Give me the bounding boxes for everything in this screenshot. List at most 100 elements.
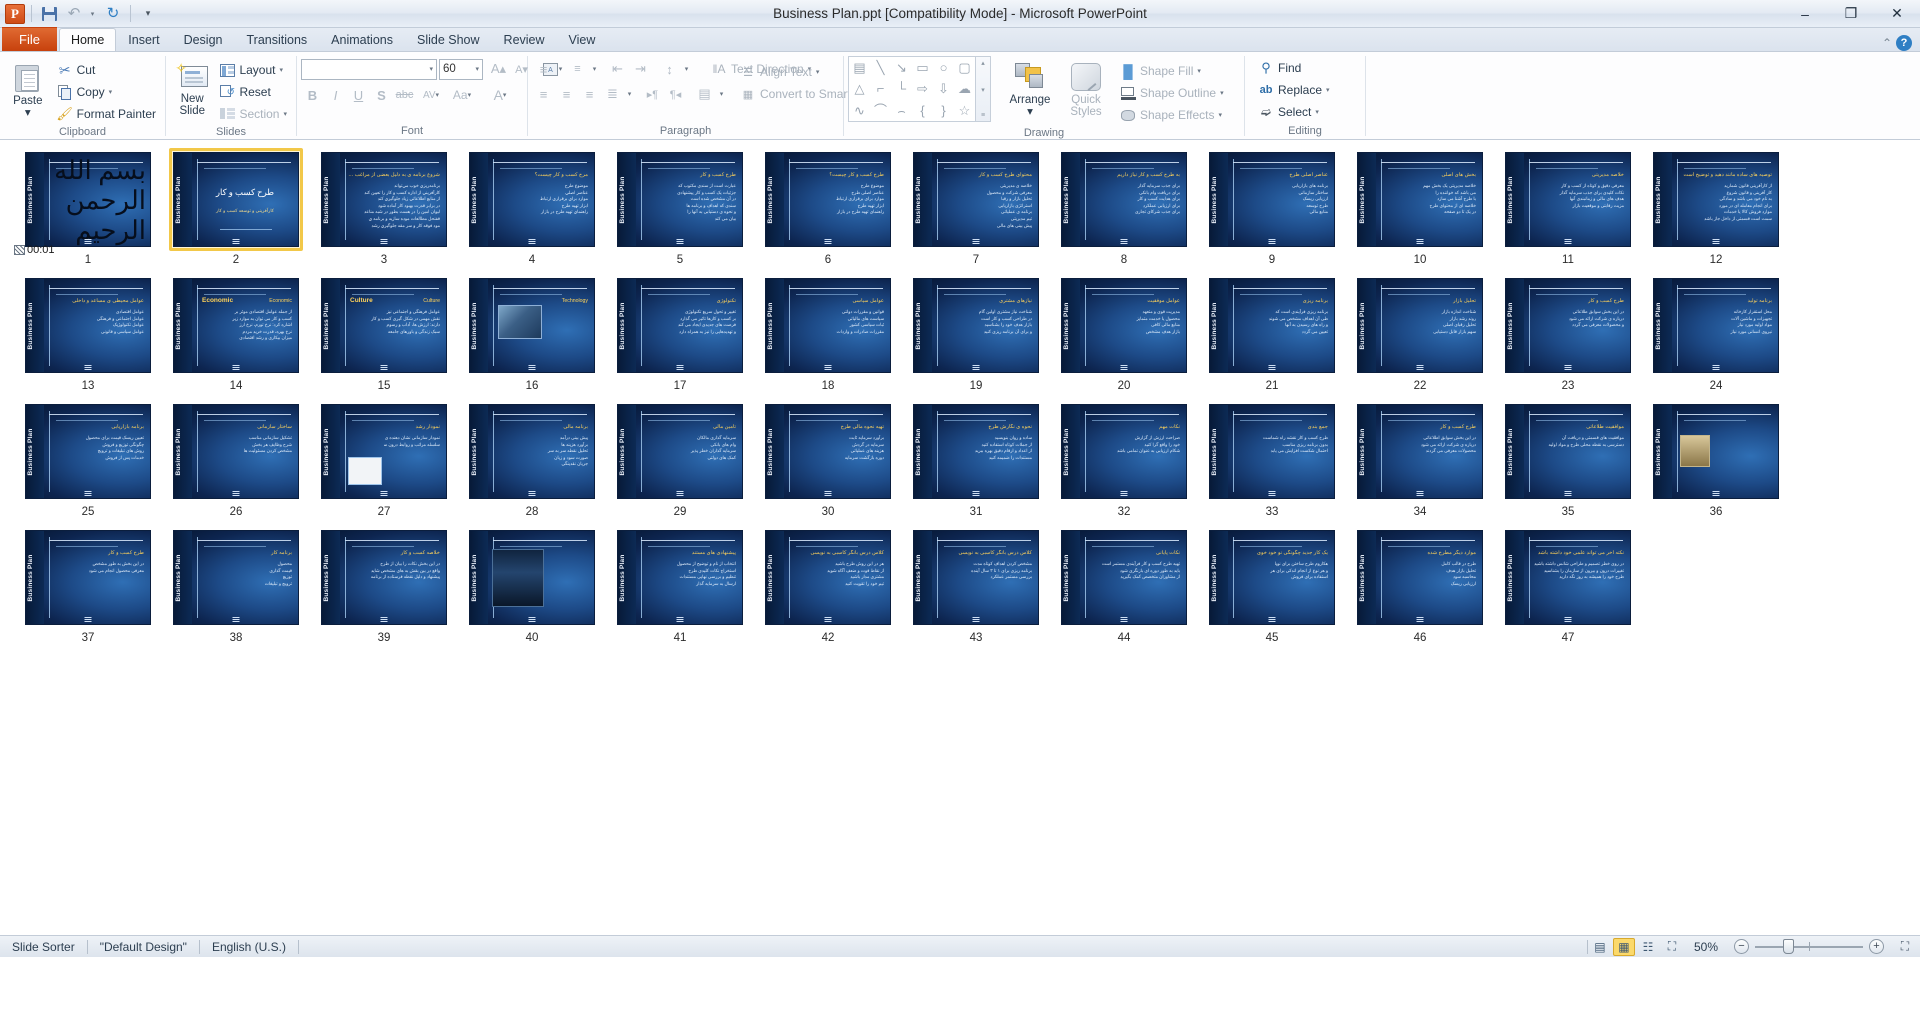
shape-textbox-icon[interactable]: ▤ [853,61,865,74]
chevron-down-icon[interactable]: ▾ [109,88,113,96]
slide-thumbnail-frame[interactable]: Business Plan طرح کسب و کار چیست؟ موضوع طر… [761,148,895,251]
slide-thumbnail-frame[interactable]: Business Plan تامین مالی سرمایه گذاری مالک… [613,400,747,503]
slide-thumbnail-frame[interactable]: Business Plan طرح کسب و کار در این بخش سوا… [1501,274,1635,377]
shape-oval-icon[interactable]: ○ [940,61,948,74]
slide-thumbnail-cell[interactable]: Business Plan طرح کسب و کار چیست؟ موضوع طر… [757,148,899,268]
save-button[interactable] [38,3,60,24]
shape-elbow-connector-icon[interactable]: ⌐ [877,82,885,95]
slide-thumbnail-cell[interactable]: Business Plan Culture Culture عوامل فرهنگی … [313,274,455,394]
slide-thumbnail[interactable]: Business Plan برنامه کار محصول قیمت گذاری تو… [173,530,299,625]
slide-thumbnail[interactable]: Business Plan نکته آخر می تواند علمی خود … [1505,530,1631,625]
slide-thumbnail[interactable]: Business Plan جمع بندی طرح کسب و کار نقشه … [1209,404,1335,499]
columns-dropdown[interactable]: ▾ [716,83,727,105]
slide-thumbnail[interactable]: Business Plan برنامه تولید محل استقرار کار… [1653,278,1779,373]
slide-thumbnail-frame[interactable]: Business Plan طرح کسب و کار کارآفرینی و تو… [169,148,303,251]
slide-thumbnail[interactable]: Business Plan محتوای طرح کسب و کار خلاصه ی… [913,152,1039,247]
slide-thumbnail[interactable]: Business Plan طرح کسب و کار چیست؟ موضوع طر… [765,152,891,247]
copy-button[interactable]: Copy ▾ [52,81,161,103]
tab-view[interactable]: View [557,28,608,51]
slide-thumbnail-frame[interactable]: Business Plan طرح کسب و کار در این بخش سوا… [1353,400,1487,503]
shape-fill-button[interactable]: █ Shape Fill ▾ [1115,60,1229,82]
slide-thumbnail[interactable]: Business Plan طرح کسب و کار کارآفرینی و تو… [173,152,299,247]
slide-thumbnail-frame[interactable]: Business Plan نکات مهم صراحت ارزش از گزارش… [1057,400,1191,503]
slide-thumbnail[interactable]: Business Plan ساختار سازمانی تشکیل سازمانی… [173,404,299,499]
numbering-dropdown[interactable]: ▾ [589,58,600,80]
slide-thumbnail-frame[interactable]: Business Plan موارد دیگر مطرح شده طرح در ق… [1353,526,1487,629]
shape-rectangle-icon[interactable]: ▭ [916,61,928,74]
slide-thumbnail-frame[interactable]: Business Plan توصیه های ساده مانند دهید و… [1649,148,1783,251]
select-button[interactable]: ➫ Select ▾ [1253,101,1324,123]
slide-thumbnail-cell[interactable]: Business Plan نیازهای مشتری شناخت نیاز مشت… [905,274,1047,394]
chevron-down-icon[interactable]: ▾ [283,110,287,118]
slide-thumbnail[interactable]: Business Plan نکات مهم صراحت ارزش از گزارش… [1061,404,1187,499]
slide-thumbnail-cell[interactable]: Business Plan برنامه مالی پیش بینی درآمد بر… [461,400,603,520]
slide-thumbnail[interactable]: Business Plan عوامل محیطی ی مساعد و داخلی… [25,278,151,373]
slide-thumbnail[interactable]: Business Plan Culture Culture عوامل فرهنگی … [321,278,447,373]
slide-thumbnail[interactable]: Business Plan [1653,404,1779,499]
slide-thumbnail[interactable]: Business Plan تکنولوژی تغییر و تحول سریع ت… [617,278,743,373]
status-theme[interactable]: "Default Design" [88,936,199,958]
slide-thumbnail-cell[interactable]: Business Plan محتوای طرح کسب و کار خلاصه ی… [905,148,1047,268]
slide-thumbnail-cell[interactable]: Business Plan عوامل محیطی ی مساعد و داخلی… [17,274,159,394]
reading-view-button[interactable]: ☷ [1637,938,1659,956]
slide-thumbnail-frame[interactable]: Business Plan تهیه نحوه مالی طرح برآورد سر… [761,400,895,503]
slide-thumbnail-cell[interactable]: Business Plan ساختار سازمانی تشکیل سازمانی… [165,400,307,520]
restore-button[interactable]: ❐ [1828,0,1874,27]
undo-button[interactable]: ↶ [63,3,85,24]
rtl-button[interactable]: ¶◂ [664,83,687,105]
reset-button[interactable]: ↺ Reset [214,81,292,103]
slide-thumbnail-frame[interactable]: Business Plan بسم الله الرحمن الرحیم [21,148,155,251]
slide-thumbnail[interactable]: Business Plan Economic Economic از جمله عوا… [173,278,299,373]
quick-styles-button[interactable]: Quick Styles [1059,58,1113,120]
slide-thumbnail-frame[interactable]: Business Plan نکته آخر می تواند علمی خود … [1501,526,1635,629]
slide-thumbnail-frame[interactable]: Business Plan [1649,400,1783,503]
shape-outline-button[interactable]: Shape Outline ▾ [1115,82,1229,104]
tab-insert[interactable]: Insert [116,28,171,51]
chevron-down-icon[interactable]: ▾ [468,91,472,99]
slide-sorter-pane[interactable]: Business Plan بسم الله الرحمن الرحیم 1 Busi… [0,140,1920,935]
slide-thumbnail-frame[interactable]: Business Plan کلاس درس بانگر کاسبی به نوی… [761,526,895,629]
slide-thumbnail-frame[interactable]: Business Plan نحوه ی نگارش طرح ساده و روان… [909,400,1043,503]
change-case-button[interactable]: Aa ▾ [446,84,478,106]
slide-thumbnail[interactable]: Business Plan [469,530,595,625]
font-name-input[interactable]: ▾ [301,58,437,80]
slide-thumbnail-cell[interactable]: Business Plan توصیه های ساده مانند دهید و… [1645,148,1787,268]
bullets-button[interactable]: ≡ [532,58,555,80]
slide-thumbnail-frame[interactable]: Business Plan تکنولوژی تغییر و تحول سریع ت… [613,274,747,377]
slide-thumbnail-frame[interactable]: Business Plan طرح کسب و کار عبارت است از س… [613,148,747,251]
numbering-button[interactable]: ≡ [566,58,589,80]
scroll-up-icon[interactable]: ▴ [981,59,985,67]
align-left-button[interactable]: ≡ [532,83,555,105]
slide-thumbnail[interactable]: Business Plan نیازهای مشتری شناخت نیاز مشت… [913,278,1039,373]
slide-thumbnail-cell[interactable]: Business Plan خلاصه مدیریتی معرفی دقیق و ک… [1497,148,1639,268]
fit-to-window-button[interactable]: ⛶ [1896,939,1914,955]
find-button[interactable]: ⚲ Find [1253,57,1306,79]
chevron-down-icon[interactable]: ▾ [279,66,283,74]
status-language[interactable]: English (U.S.) [200,936,298,958]
shape-arrow-icon[interactable]: ↘ [896,61,907,74]
slide-thumbnail[interactable]: Business Plan عناصر اصلی طرح برنامه های با… [1209,152,1335,247]
font-color-button[interactable]: A ▾ [484,84,516,106]
shape-rounded-rect-icon[interactable]: ▢ [958,61,970,74]
shape-cloud-icon[interactable]: ☁ [958,82,971,95]
zoom-control[interactable]: − + [1728,939,1890,954]
help-icon[interactable]: ? [1896,35,1912,51]
slide-thumbnail-frame[interactable]: Business Plan ساختار سازمانی تشکیل سازمانی… [169,400,303,503]
slide-thumbnail[interactable]: Business Plan نمودار رشد نمودار سازمانی نش… [321,404,447,499]
format-painter-button[interactable]: 🖌 Format Painter [52,103,161,125]
slide-thumbnail-frame[interactable]: Business Plan تحلیل بازار شناخت اندازه باز… [1353,274,1487,377]
slide-thumbnail-cell[interactable]: Business Plan کلاس درس بانگر کاسبی به نوی… [905,526,1047,646]
line-spacing-button[interactable]: ↕ [658,58,681,80]
slide-thumbnail-cell[interactable]: Business Plan نمودار رشد نمودار سازمانی نش… [313,400,455,520]
slide-thumbnail-cell[interactable]: Business Plan Economic Economic از جمله عوا… [165,274,307,394]
slide-thumbnail-frame[interactable]: Business Plan جمع بندی طرح کسب و کار نقشه … [1205,400,1339,503]
slide-thumbnail[interactable]: Business Plan مرح کسب و کار چيست؟ موضوع طر… [469,152,595,247]
replace-button[interactable]: ab Replace ▾ [1253,79,1335,101]
slide-thumbnail[interactable]: Business Plan خلاصه کسب و کار در این بخش ن… [321,530,447,625]
slide-thumbnail-cell[interactable]: Business Plan 36 [1645,400,1787,520]
minimize-ribbon-icon[interactable]: ⌃ [1882,36,1892,50]
align-right-button[interactable]: ≡ [578,83,601,105]
slide-thumbnail-cell[interactable]: Business Plan نکات مهم صراحت ارزش از گزارش… [1053,400,1195,520]
slide-thumbnail[interactable]: Business Plan خلاصه مدیریتی معرفی دقیق و ک… [1505,152,1631,247]
arrange-dropdown-icon[interactable]: ▾ [1027,106,1033,118]
